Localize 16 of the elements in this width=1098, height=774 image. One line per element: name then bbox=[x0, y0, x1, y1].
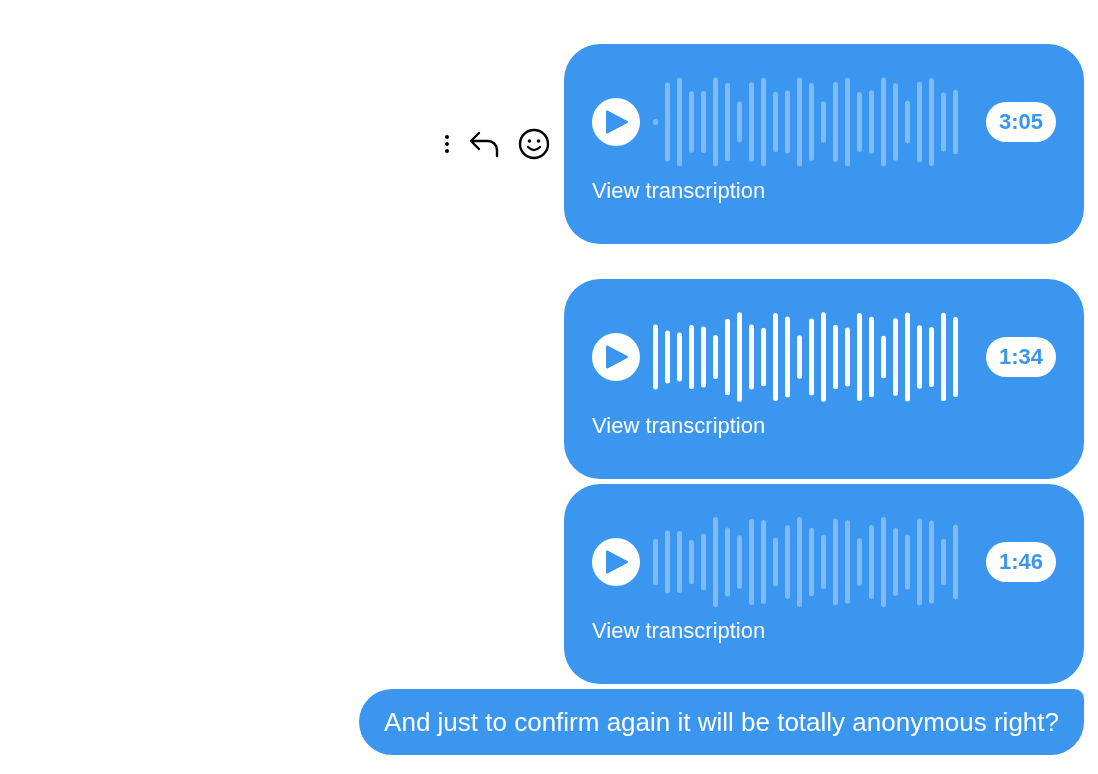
reply-icon[interactable] bbox=[468, 130, 500, 158]
view-transcription-link[interactable]: View transcription bbox=[592, 614, 766, 647]
more-icon[interactable] bbox=[444, 134, 450, 154]
duration-badge: 1:46 bbox=[985, 542, 1056, 582]
play-icon bbox=[603, 549, 629, 575]
view-transcription-link[interactable]: View transcription bbox=[592, 174, 766, 207]
duration-badge: 1:34 bbox=[985, 337, 1056, 377]
emoji-icon[interactable] bbox=[518, 128, 550, 160]
message-bubble: And just to confirm again it will be totally anonymous right? bbox=[359, 689, 1084, 755]
play-button[interactable] bbox=[592, 538, 640, 586]
play-button[interactable] bbox=[592, 333, 640, 381]
play-button[interactable] bbox=[592, 98, 640, 146]
view-transcription-link[interactable]: View transcription bbox=[592, 409, 766, 442]
play-icon bbox=[603, 344, 629, 370]
duration-badge: 3:05 bbox=[985, 102, 1056, 142]
play-icon bbox=[603, 109, 629, 135]
